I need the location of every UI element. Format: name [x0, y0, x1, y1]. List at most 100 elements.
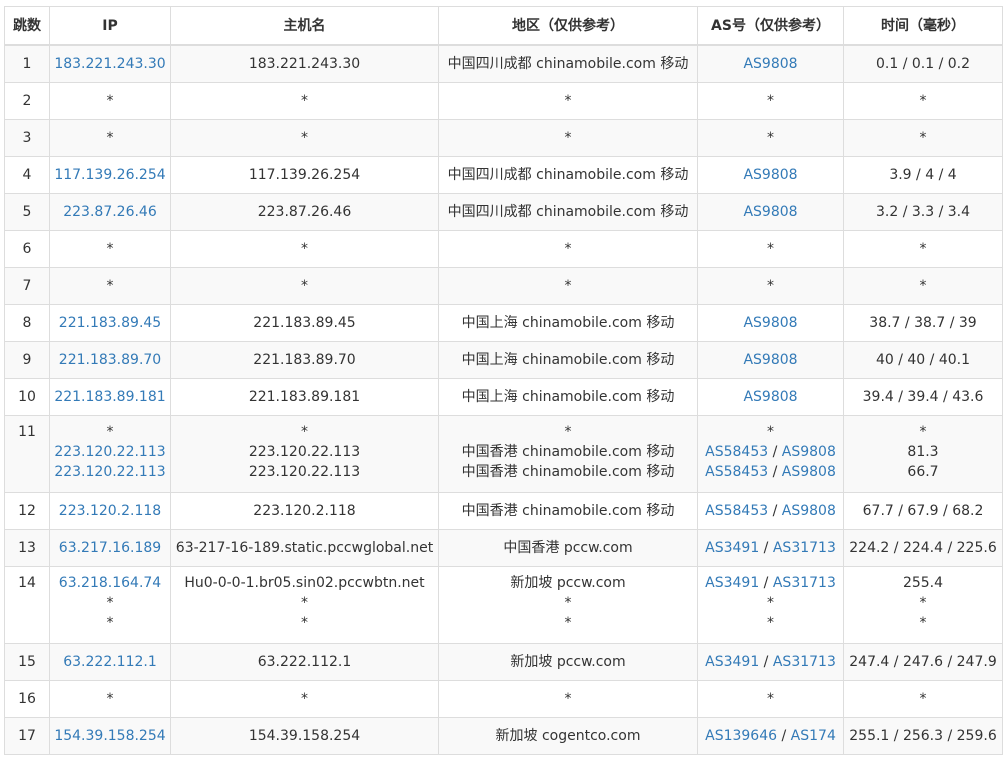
- time-cell: *: [843, 679, 1003, 718]
- ip-line: 221.183.89.181: [51, 387, 170, 407]
- ip-link[interactable]: 223.87.26.46: [63, 204, 157, 220]
- ip-line: 117.139.26.254: [51, 165, 170, 185]
- as-line: AS9808: [699, 165, 843, 185]
- table-row: 13 63.217.16.189 63-217-16-189.static.pccw…: [4, 528, 1003, 567]
- as-cell: AS9808: [697, 192, 844, 231]
- as-link[interactable]: AS9808: [743, 389, 797, 405]
- host-line: 223.120.22.113: [248, 463, 361, 480]
- loc-line: *: [564, 277, 572, 294]
- ip-cell: 223.87.26.46: [49, 192, 171, 231]
- ip-link[interactable]: 221.183.89.45: [59, 315, 161, 331]
- as-cell: *: [697, 229, 844, 268]
- time-cell: 3.9 / 4 / 4: [843, 155, 1003, 194]
- host-line: *: [301, 129, 308, 146]
- as-cell: AS9808: [697, 44, 844, 83]
- as-link[interactable]: AS3491: [705, 575, 759, 591]
- location-cell: *: [438, 266, 698, 305]
- hop-cell: 1: [4, 44, 50, 83]
- hop-number: 2: [22, 92, 32, 109]
- as-link[interactable]: AS9808: [743, 315, 797, 331]
- host-line: *: [301, 277, 308, 294]
- host-line: *: [301, 594, 308, 611]
- ip-cell: 221.183.89.70: [49, 340, 171, 379]
- as-link[interactable]: AS9808: [782, 503, 836, 519]
- as-link[interactable]: AS31713: [773, 575, 836, 591]
- time-line: 40 / 40 / 40.1: [875, 351, 971, 368]
- hop-number: 10: [18, 388, 36, 405]
- ip-cell: 223.120.2.118: [49, 491, 171, 530]
- hop-number: 9: [22, 351, 32, 368]
- ip-cell: 221.183.89.181: [49, 377, 171, 416]
- ip-cell: 63.217.16.189: [49, 528, 171, 567]
- hop-cell: 2: [4, 81, 50, 120]
- hop-number: 12: [18, 502, 36, 519]
- location-cell: 新加坡 pccw.com * *: [438, 565, 698, 644]
- ip-link[interactable]: 221.183.89.181: [54, 389, 165, 405]
- loc-line: 中国四川成都 chinamobile.com 移动: [447, 166, 689, 183]
- as-cell: * AS58453 / AS9808 AS58453 / AS9808: [697, 414, 844, 493]
- ip-cell: *: [49, 266, 171, 305]
- hostname-cell: *: [170, 229, 439, 268]
- ip-link[interactable]: 63.217.16.189: [59, 540, 161, 556]
- as-link[interactable]: AS174: [791, 728, 836, 744]
- as-link[interactable]: AS3491: [705, 654, 759, 670]
- as-separator: /: [777, 727, 791, 744]
- ip-link[interactable]: 63.218.164.74: [59, 575, 161, 591]
- as-cell: AS3491 / AS31713: [697, 642, 844, 681]
- time-cell: 224.2 / 224.4 / 225.6: [843, 528, 1003, 567]
- as-link[interactable]: AS9808: [743, 204, 797, 220]
- as-link[interactable]: AS9808: [782, 444, 836, 460]
- as-link[interactable]: AS58453: [705, 503, 768, 519]
- ip-link[interactable]: 154.39.158.254: [54, 728, 165, 744]
- ip-line: 223.120.2.118: [51, 501, 170, 521]
- time-line: 224.2 / 224.4 / 225.6: [849, 539, 997, 556]
- loc-line: *: [564, 614, 572, 631]
- time-line: *: [919, 277, 927, 294]
- as-link[interactable]: AS31713: [773, 654, 836, 670]
- time-line: 66.7: [907, 463, 939, 480]
- header-hop: 跳数: [4, 6, 50, 46]
- as-link[interactable]: AS31713: [773, 540, 836, 556]
- as-link[interactable]: AS139646: [705, 728, 777, 744]
- time-line: 3.9 / 4 / 4: [889, 166, 957, 183]
- as-link[interactable]: AS3491: [705, 540, 759, 556]
- loc-line: 新加坡 cogentco.com: [495, 727, 641, 744]
- as-link[interactable]: AS9808: [743, 352, 797, 368]
- host-line: *: [301, 240, 308, 257]
- time-cell: 255.4 * *: [843, 565, 1003, 644]
- as-cell: AS9808: [697, 340, 844, 379]
- ip-link[interactable]: 117.139.26.254: [54, 167, 165, 183]
- as-cell: AS58453 / AS9808: [697, 491, 844, 530]
- hop-number: 6: [22, 240, 32, 257]
- hostname-cell: *: [170, 679, 439, 718]
- as-line: *: [767, 129, 774, 146]
- ip-link[interactable]: 183.221.243.30: [54, 56, 165, 72]
- loc-line: *: [564, 92, 572, 109]
- hop-cell: 11: [4, 414, 50, 493]
- location-cell: 中国上海 chinamobile.com 移动: [438, 303, 698, 342]
- loc-line: 中国香港 chinamobile.com 移动: [461, 463, 675, 480]
- as-link[interactable]: AS58453: [705, 464, 768, 480]
- time-line: 38.7 / 38.7 / 39: [869, 314, 977, 331]
- time-cell: 38.7 / 38.7 / 39: [843, 303, 1003, 342]
- loc-line: 中国香港 chinamobile.com 移动: [461, 502, 675, 519]
- table-row: 10 221.183.89.181 221.183.89.181 中国上海 china…: [4, 377, 1003, 416]
- hostname-cell: *: [170, 118, 439, 157]
- table-row: 17 154.39.158.254 154.39.158.254 新加坡 cogent…: [4, 716, 1003, 755]
- ip-link[interactable]: 223.120.22.113: [54, 444, 165, 460]
- ip-link[interactable]: 63.222.112.1: [63, 654, 157, 670]
- as-link[interactable]: AS58453: [705, 444, 768, 460]
- as-link[interactable]: AS9808: [782, 464, 836, 480]
- loc-line: 中国上海 chinamobile.com 移动: [461, 388, 675, 405]
- hop-number: 5: [22, 203, 32, 220]
- location-cell: 中国香港 pccw.com: [438, 528, 698, 567]
- location-cell: 中国四川成都 chinamobile.com 移动: [438, 155, 698, 194]
- hop-cell: 14: [4, 565, 50, 644]
- loc-line: *: [564, 690, 572, 707]
- ip-link[interactable]: 223.120.22.113: [54, 464, 165, 480]
- ip-link[interactable]: 223.120.2.118: [59, 503, 161, 519]
- ip-link[interactable]: 221.183.89.70: [59, 352, 161, 368]
- ip-line: *: [106, 614, 114, 631]
- as-link[interactable]: AS9808: [743, 167, 797, 183]
- as-link[interactable]: AS9808: [743, 56, 797, 72]
